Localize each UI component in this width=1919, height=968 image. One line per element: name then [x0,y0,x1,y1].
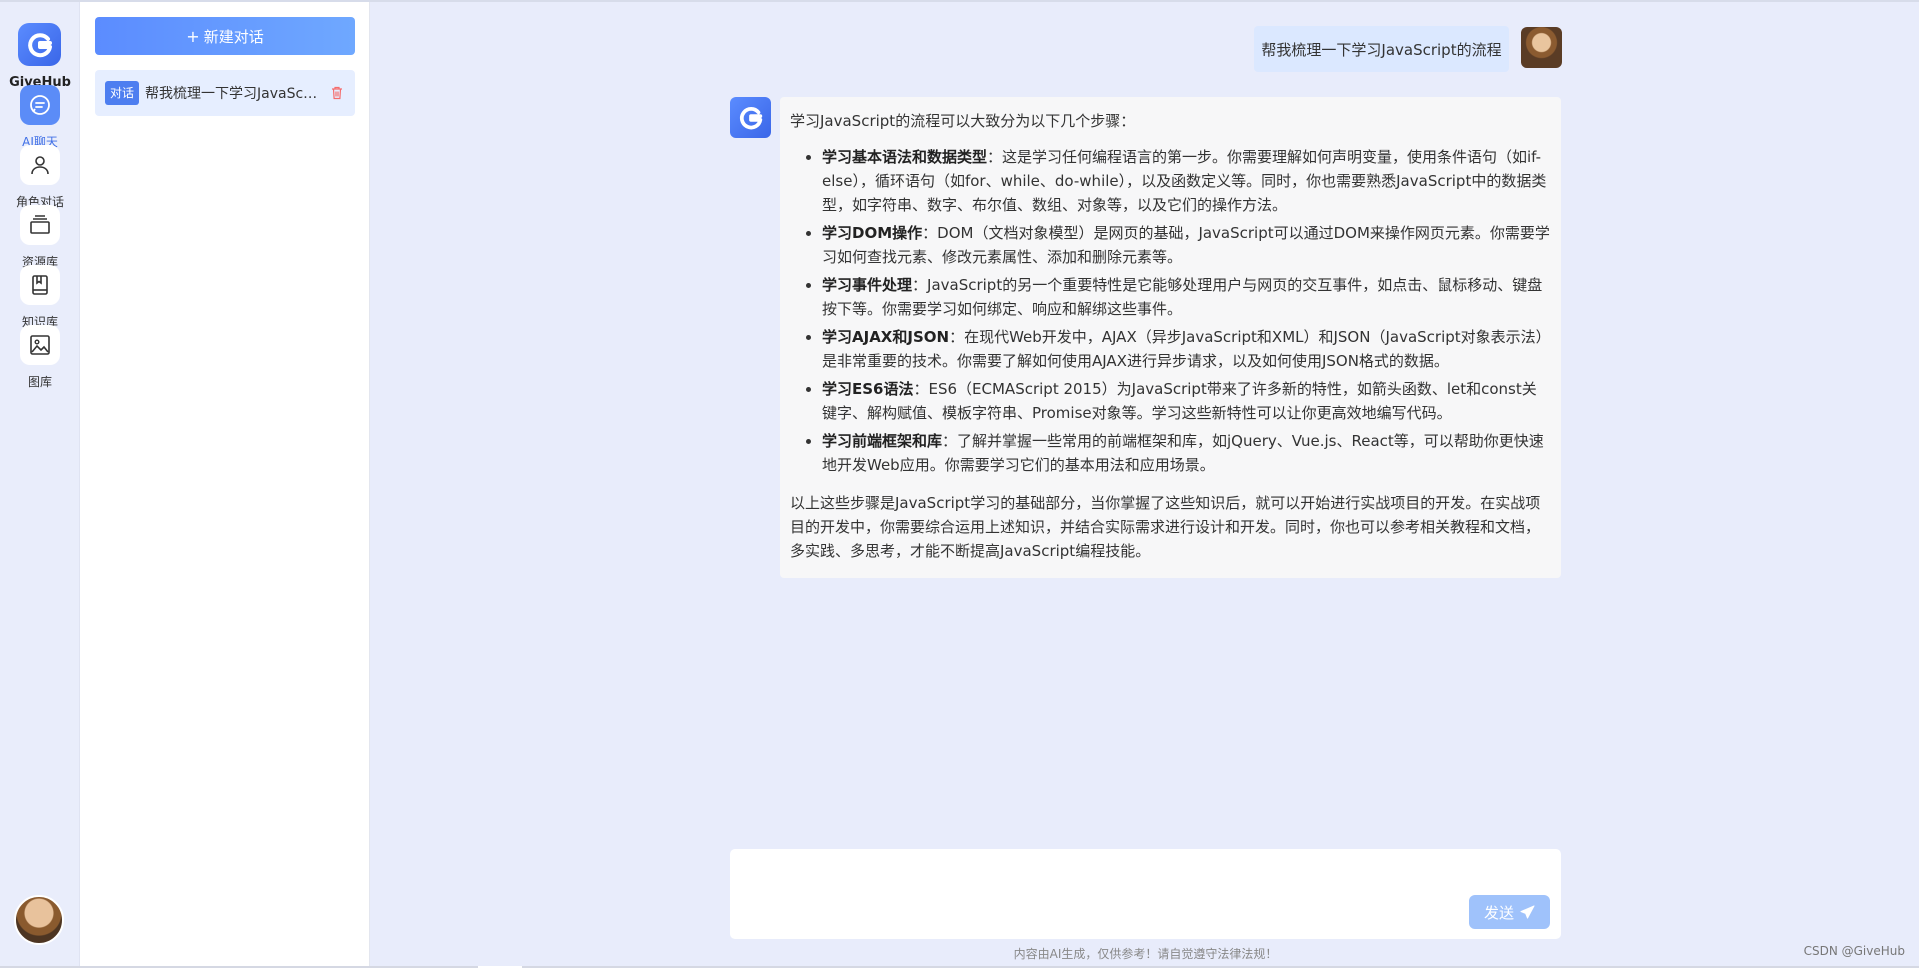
bot-conclusion: 以上这些步骤是JavaScript学习的基础部分，当你掌握了这些知识后，就可以开… [790,494,1541,560]
list-item: 学习前端框架和库：了解并掌握一些常用的前端框架和库，如jQuery、Vue.js… [822,429,1551,477]
send-button[interactable]: 发送 [1469,895,1550,929]
bot-avatar [730,97,771,138]
step-text: ：ES6（ECMAScript 2015）为JavaScript带来了许多新的特… [822,380,1537,422]
g-logo-icon [27,32,52,57]
conversation-sidebar: + 新建对话 对话 帮我梳理一下学习JavaScript的流程 [80,2,370,966]
user-message: 帮我梳理一下学习JavaScript的流程 [1254,26,1509,72]
list-item: 学习事件处理：JavaScript的另一个重要特性是它能够处理用户与网页的交互事… [822,273,1551,321]
step-title: 学习前端框架和库 [822,432,943,450]
watermark: CSDN @GiveHub [1803,944,1905,958]
ai-disclaimer: 内容由AI生成，仅供参考！请自觉遵守法律法规！ [1013,947,1278,961]
person-icon [20,145,60,185]
app-logo[interactable] [18,23,61,66]
message-input[interactable] [740,857,1520,917]
send-label: 发送 [1483,903,1514,922]
user-message-avatar [1521,27,1562,68]
list-item: 学习AJAX和JSON：在现代Web开发中，AJAX（异步JavaScript和… [822,325,1551,373]
step-text: ：JavaScript的另一个重要特性是它能够处理用户与网页的交互事件，如点击、… [822,276,1543,318]
bot-steps-list: 学习基本语法和数据类型：这是学习任何编程语言的第一步。你需要理解如何声明变量，使… [790,145,1551,477]
app-rail: GiveHub AI聊天 角色对话 资源库 知识库 图库 [0,2,80,966]
bot-message: 学习JavaScript的流程可以大致分为以下几个步骤： 学习基本语法和数据类型… [780,97,1561,578]
book-icon [20,265,60,305]
chat-main: 帮我梳理一下学习JavaScript的流程 学习JavaScript的流程可以大… [370,2,1919,966]
conversation-item[interactable]: 对话 帮我梳理一下学习JavaScript的流程 [95,70,355,116]
plus-icon: + [186,26,200,46]
trash-icon[interactable] [329,85,345,101]
step-text: ：DOM（文档对象模型）是网页的基础，JavaScript可以通过DOM来操作网… [822,224,1550,266]
list-item: 学习ES6语法：ES6（ECMAScript 2015）为JavaScript带… [822,377,1551,425]
layers-icon [20,205,60,245]
rail-label: 图库 [27,375,52,389]
new-chat-button[interactable]: + 新建对话 [95,17,355,55]
list-item: 学习基本语法和数据类型：这是学习任何编程语言的第一步。你需要理解如何声明变量，使… [822,145,1551,217]
step-title: 学习事件处理 [822,276,913,294]
bot-intro: 学习JavaScript的流程可以大致分为以下几个步骤： [790,112,1136,130]
step-title: 学习ES6语法 [822,380,914,398]
message-composer: 发送 [730,849,1561,939]
conversation-title: 帮我梳理一下学习JavaScript的流程 [145,86,321,102]
step-title: 学习DOM操作 [822,224,923,242]
step-title: 学习基本语法和数据类型 [822,148,988,166]
chat-icon [20,85,60,125]
send-icon [1520,904,1535,919]
rail-item-gallery[interactable]: 图库 [0,325,80,395]
step-title: 学习AJAX和JSON [822,328,950,346]
conversation-tag: 对话 [105,81,140,105]
image-icon [20,325,60,365]
user-avatar[interactable] [14,895,64,945]
g-logo-icon [739,106,762,129]
list-item: 学习DOM操作：DOM（文档对象模型）是网页的基础，JavaScript可以通过… [822,221,1551,269]
new-chat-label: 新建对话 [203,27,264,46]
